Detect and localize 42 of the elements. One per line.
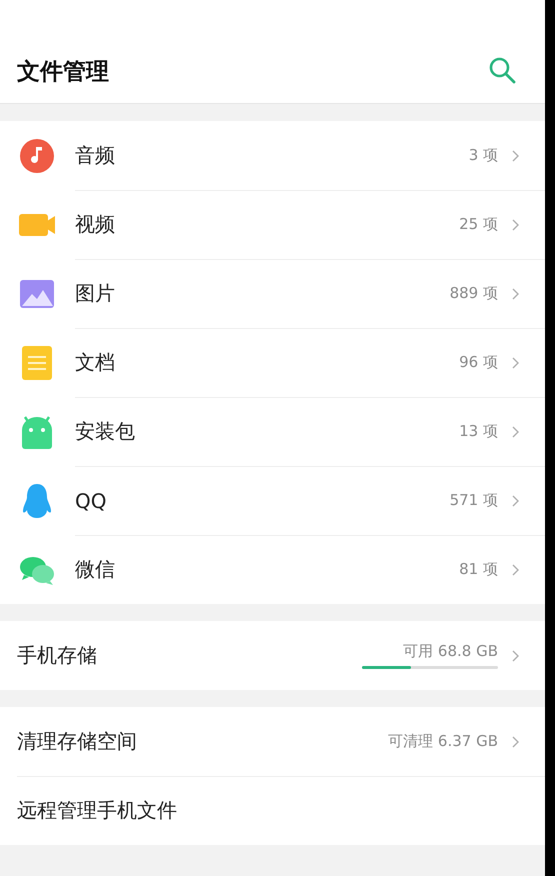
chevron-icon [512,426,519,438]
item-count: 81 项 [459,560,498,579]
category-label: 音频 [75,142,116,169]
android-icon [19,414,55,450]
category-label: QQ [75,488,108,512]
category-label: 微信 [75,556,116,583]
chevron-icon [512,288,519,300]
storage-item[interactable]: 手机存储 可用 68.8 GB [0,621,545,690]
chevron-icon [512,356,519,368]
tool-label: 远程管理手机文件 [17,797,178,824]
item-count: 96 项 [459,353,498,372]
document-icon [19,344,55,380]
category-item[interactable]: 视频 25 项 [0,190,545,259]
category-label: 视频 [75,211,116,238]
item-count: 13 项 [459,422,498,441]
tool-label: 清理存储空间 [17,728,138,755]
chevron-icon [512,494,519,506]
storage-label: 手机存储 [17,642,98,669]
chevron-icon [512,218,519,230]
tool-item[interactable]: 远程管理手机文件 [0,776,545,845]
category-item[interactable]: 微信 81 项 [0,535,545,604]
page-title: 文件管理 [17,58,109,87]
chevron-icon [512,650,519,662]
category-item[interactable]: 文档 96 项 [0,328,545,397]
tool-item[interactable]: 清理存储空间 可清理 6.37 GB [0,707,545,776]
music-note-icon [19,138,55,174]
storage-available: 可用 68.8 GB [403,642,498,661]
category-item[interactable]: 音频 3 项 [0,121,545,190]
category-item[interactable]: 安装包 13 项 [0,397,545,466]
chevron-icon [512,150,519,162]
chevron-icon [512,564,519,576]
search-icon[interactable] [487,55,517,85]
item-count: 889 项 [450,284,498,303]
category-label: 安装包 [75,418,136,445]
category-label: 图片 [75,280,116,307]
item-count: 3 项 [468,146,498,165]
category-label: 文档 [75,349,116,376]
category-item[interactable]: QQ 571 项 [0,466,545,535]
item-count: 25 项 [459,215,498,234]
item-count: 571 项 [450,491,498,510]
tool-value: 可清理 6.37 GB [388,732,498,751]
category-item[interactable]: 图片 889 项 [0,259,545,328]
